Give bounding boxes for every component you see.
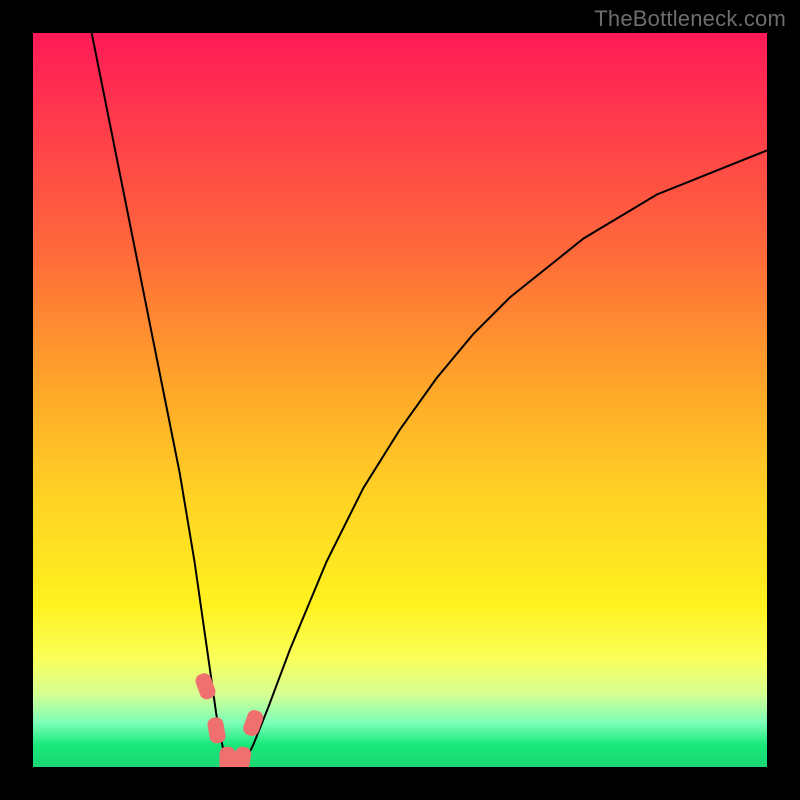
curve-marker [206,716,226,744]
curve-svg [33,33,767,767]
chart-frame: TheBottleneck.com [0,0,800,800]
plot-area [33,33,767,767]
markers-group [194,671,266,767]
curve-marker [232,746,252,767]
watermark-text: TheBottleneck.com [594,6,786,32]
bottleneck-curve [92,33,767,767]
curve-marker [241,708,265,738]
curve-marker [220,747,236,767]
